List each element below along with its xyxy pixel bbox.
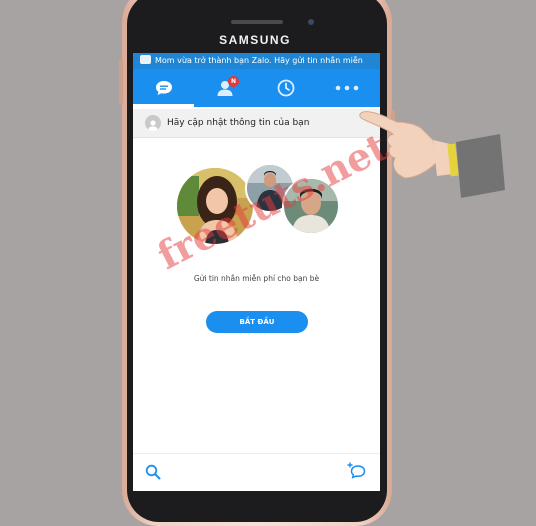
chat-bubble-icon bbox=[155, 81, 172, 95]
notification-text: Mom vừa trở thành bạn Zalo. Hãy gửi tin … bbox=[155, 56, 363, 65]
notification-badge: N bbox=[228, 76, 239, 87]
tab-bar: N bbox=[133, 69, 380, 107]
tab-history[interactable] bbox=[255, 69, 316, 107]
phone-speaker bbox=[231, 20, 283, 24]
update-prompt-text: Hãy cập nhật thông tin của bạn bbox=[167, 118, 310, 128]
update-profile-prompt[interactable]: Hãy cập nhật thông tin của bạn bbox=[133, 109, 380, 138]
bottom-toolbar bbox=[133, 453, 380, 491]
new-chat-icon[interactable] bbox=[347, 462, 367, 480]
tab-contacts[interactable]: N bbox=[194, 69, 255, 107]
tab-messages[interactable] bbox=[133, 69, 194, 107]
phone-brand-label: SAMSUNG bbox=[219, 33, 291, 47]
front-camera bbox=[308, 19, 314, 25]
clock-icon bbox=[277, 79, 294, 97]
notification-bar[interactable]: Mom vừa trở thành bạn Zalo. Hãy gửi tin … bbox=[133, 53, 380, 69]
search-icon[interactable] bbox=[145, 464, 161, 480]
more-icon bbox=[335, 85, 358, 91]
start-button[interactable]: BẮT ĐẦU bbox=[206, 311, 308, 333]
avatar bbox=[145, 115, 161, 131]
user-placeholder-icon bbox=[148, 120, 158, 131]
phone-side-button bbox=[119, 60, 123, 104]
active-tab-indicator bbox=[133, 104, 194, 107]
chat-icon bbox=[140, 55, 151, 64]
